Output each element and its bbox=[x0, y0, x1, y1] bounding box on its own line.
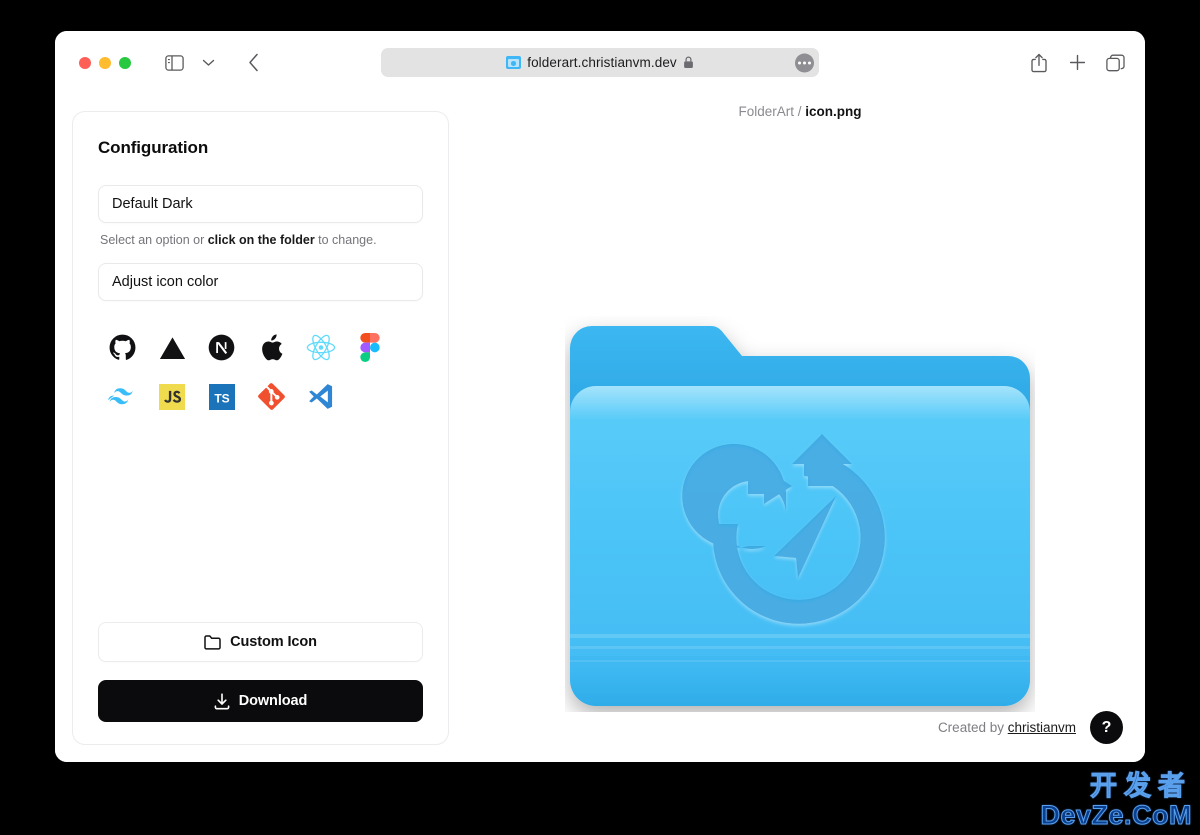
icon-preset-tailwind[interactable] bbox=[98, 372, 148, 421]
icon-preset-javascript[interactable] bbox=[148, 372, 198, 421]
maximize-window-button[interactable] bbox=[119, 56, 131, 69]
icon-preset-vercel[interactable] bbox=[148, 323, 198, 372]
icon-preset-typescript[interactable]: TS bbox=[197, 372, 247, 421]
page-menu-ellipsis-icon[interactable] bbox=[795, 53, 814, 72]
svg-text:TS: TS bbox=[214, 391, 229, 405]
icon-preset-grid: TS bbox=[98, 323, 423, 421]
hint-text-before: Select an option or bbox=[100, 233, 208, 247]
toolbar-left-icons bbox=[159, 49, 269, 77]
panel-spacer bbox=[98, 421, 423, 622]
custom-icon-button[interactable]: Custom Icon bbox=[98, 622, 423, 662]
git-icon bbox=[257, 383, 285, 410]
apple-icon bbox=[259, 333, 283, 362]
folder-front-highlight bbox=[570, 386, 1030, 420]
minimize-window-button[interactable] bbox=[99, 56, 111, 69]
folder-preview[interactable] bbox=[565, 316, 1035, 712]
download-icon bbox=[214, 692, 230, 710]
icon-color-select[interactable]: Adjust icon color bbox=[98, 263, 423, 301]
watermark-line-2: DevZe.CoM bbox=[1040, 799, 1192, 830]
preview-area: FolderArt / icon.png Created by christia… bbox=[455, 94, 1145, 762]
credit-author-link[interactable]: christianvm bbox=[1008, 720, 1076, 735]
configuration-card: Configuration Default Dark Select an opt… bbox=[72, 111, 449, 745]
vercel-icon bbox=[159, 336, 186, 360]
address-bar[interactable]: folderart.christianvm.dev bbox=[381, 48, 819, 77]
breadcrumb: FolderArt / icon.png bbox=[455, 104, 1145, 119]
icon-preset-git[interactable] bbox=[247, 372, 297, 421]
browser-window: folderart.christianvm.dev Configuration … bbox=[55, 31, 1145, 762]
toolbar-right-icons bbox=[1027, 49, 1127, 77]
nextjs-icon bbox=[208, 334, 235, 361]
vscode-icon bbox=[307, 383, 334, 410]
hint-text-after: to change. bbox=[314, 233, 377, 247]
configuration-column: Configuration Default Dark Select an opt… bbox=[55, 94, 455, 762]
credit-prefix: Created by bbox=[937, 720, 1008, 735]
breadcrumb-separator: / bbox=[797, 104, 802, 119]
breadcrumb-root[interactable]: FolderArt bbox=[738, 104, 794, 119]
breadcrumb-file: icon.png bbox=[805, 104, 862, 119]
custom-icon-button-label: Custom Icon bbox=[230, 634, 317, 650]
traffic-lights bbox=[79, 56, 131, 69]
icon-preset-react[interactable] bbox=[296, 323, 346, 372]
icon-preset-figma[interactable] bbox=[346, 323, 396, 372]
help-button[interactable]: ? bbox=[1090, 711, 1123, 744]
preview-footer: Created by christianvm ? bbox=[938, 711, 1123, 744]
site-favicon-icon bbox=[506, 56, 522, 69]
tab-overview-icon[interactable] bbox=[1103, 49, 1127, 77]
page-content: Configuration Default Dark Select an opt… bbox=[55, 94, 1145, 762]
credit-text: Created by christianvm bbox=[938, 720, 1076, 735]
javascript-icon bbox=[159, 383, 186, 410]
react-icon bbox=[306, 334, 336, 361]
icon-preset-github[interactable] bbox=[98, 323, 148, 372]
theme-select-value: Default Dark bbox=[112, 196, 193, 212]
typescript-icon: TS bbox=[208, 383, 235, 410]
screenshot-root: folderart.christianvm.dev Configuration … bbox=[0, 0, 1200, 835]
icon-preset-vscode[interactable] bbox=[296, 372, 346, 421]
theme-hint: Select an option or click on the folder … bbox=[100, 233, 423, 247]
icon-preset-nextjs[interactable] bbox=[197, 323, 247, 372]
tailwind-icon bbox=[108, 387, 137, 406]
figma-icon bbox=[360, 333, 380, 362]
address-bar-url: folderart.christianvm.dev bbox=[527, 55, 677, 70]
github-icon bbox=[109, 334, 136, 361]
icon-color-select-value: Adjust icon color bbox=[112, 274, 219, 290]
plus-icon[interactable] bbox=[1065, 49, 1089, 77]
download-button-label: Download bbox=[238, 693, 308, 709]
icon-preset-apple[interactable] bbox=[247, 323, 297, 372]
download-button[interactable]: Download bbox=[98, 680, 423, 722]
folder-icon bbox=[204, 634, 221, 650]
share-icon[interactable] bbox=[1027, 49, 1051, 77]
page-title: Configuration bbox=[98, 138, 209, 157]
watermark: 开发者 DevZe.CoM bbox=[1040, 771, 1192, 830]
back-arrow-icon[interactable] bbox=[239, 49, 269, 77]
hint-text-bold: click on the folder bbox=[207, 233, 315, 247]
close-window-button[interactable] bbox=[79, 56, 91, 69]
lock-icon bbox=[683, 56, 694, 69]
watermark-line-1: 开发者 bbox=[1090, 771, 1192, 802]
browser-toolbar: folderart.christianvm.dev bbox=[55, 31, 1145, 94]
sidebar-toggle-icon[interactable] bbox=[159, 49, 189, 77]
theme-select[interactable]: Default Dark bbox=[98, 185, 423, 223]
chevron-down-icon[interactable] bbox=[193, 49, 223, 77]
